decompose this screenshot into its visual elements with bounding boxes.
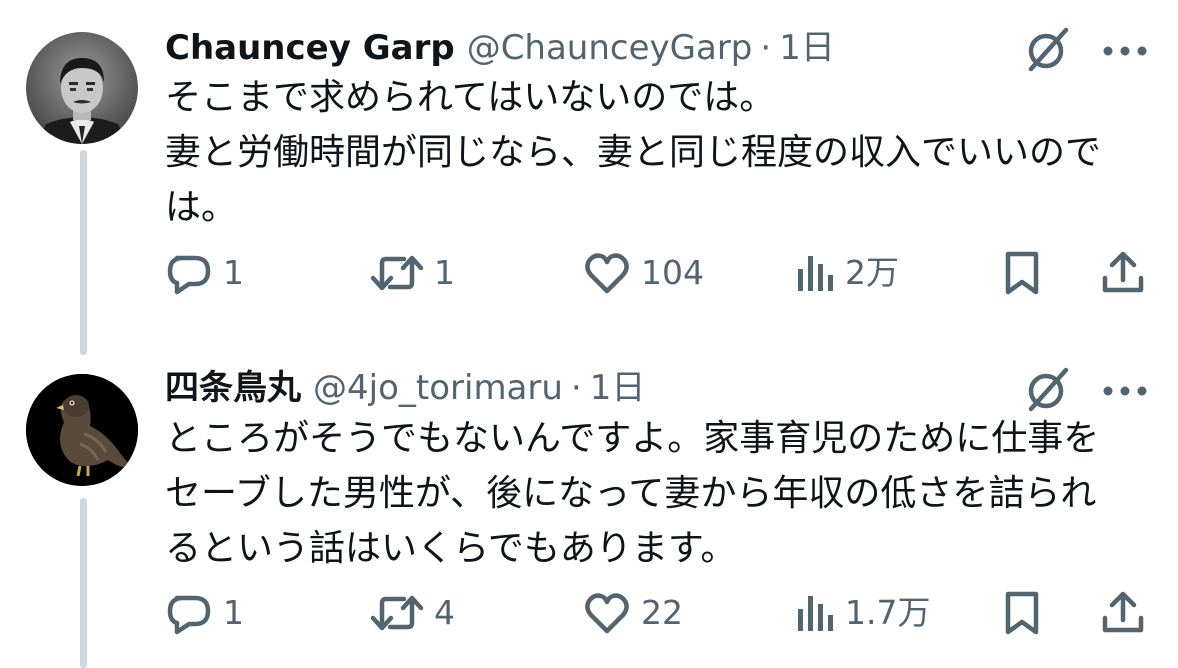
action-bar: 1 4 22 1.7万 — [0, 588, 1178, 638]
share-icon — [1102, 251, 1144, 293]
reply-button[interactable]: 1 — [165, 248, 244, 298]
reply-icon — [167, 595, 211, 635]
reply-count: 1 — [223, 593, 244, 632]
tweet-text: ところがそうでもないんですよ。家事育児のために仕事を セーブした男性が、後になっ… — [165, 418, 1100, 569]
reply-button[interactable]: 1 — [165, 588, 244, 638]
user-handle[interactable]: @4jo_torimaru — [313, 366, 563, 410]
tweet-header: Chauncey Garp @ChaunceyGarp · 1日 — [165, 26, 835, 70]
share-button[interactable] — [1100, 588, 1146, 638]
views-button[interactable]: 2万 — [795, 248, 899, 298]
tweet[interactable]: 四条鳥丸 @4jo_torimaru · 1日 ところがそうでもないんですよ。家… — [0, 340, 1178, 668]
bookmark-icon — [1005, 251, 1039, 295]
reply-icon — [167, 255, 211, 295]
timestamp[interactable]: 1日 — [779, 26, 835, 70]
like-button[interactable]: 104 — [583, 248, 704, 298]
like-count: 22 — [641, 593, 683, 632]
grok-icon[interactable] — [1024, 25, 1072, 73]
like-count: 104 — [641, 253, 704, 292]
view-count: 2万 — [845, 253, 899, 292]
heart-icon — [585, 253, 629, 294]
retweet-count: 4 — [434, 593, 455, 632]
more-icon[interactable] — [1102, 42, 1148, 56]
avatar-photo — [26, 32, 138, 144]
display-name[interactable]: Chauncey Garp — [165, 26, 455, 70]
tweet[interactable]: Chauncey Garp @ChaunceyGarp · 1日 そこまで求めら… — [0, 0, 1178, 340]
separator: · — [760, 28, 772, 68]
separator: · — [570, 368, 582, 408]
avatar[interactable] — [26, 374, 138, 486]
tweet-header: 四条鳥丸 @4jo_torimaru · 1日 — [165, 366, 645, 410]
view-count: 1.7万 — [845, 593, 931, 632]
heart-icon — [585, 593, 629, 634]
share-icon — [1102, 591, 1144, 633]
more-icon[interactable] — [1102, 382, 1148, 396]
avatar[interactable] — [26, 32, 138, 144]
share-button[interactable] — [1100, 248, 1146, 298]
grok-icon[interactable] — [1024, 365, 1072, 413]
views-icon — [798, 256, 833, 291]
bookmark-button[interactable] — [1002, 248, 1042, 298]
like-button[interactable]: 22 — [583, 588, 683, 638]
retweet-button[interactable]: 1 — [370, 248, 455, 298]
display-name[interactable]: 四条鳥丸 — [165, 366, 301, 410]
reply-count: 1 — [223, 253, 244, 292]
action-bar: 1 1 104 2万 — [0, 248, 1178, 298]
retweet-icon — [370, 255, 424, 291]
avatar-bird — [26, 374, 138, 486]
views-button[interactable]: 1.7万 — [795, 588, 930, 638]
bookmark-button[interactable] — [1002, 588, 1042, 638]
user-handle[interactable]: @ChaunceyGarp — [467, 26, 753, 70]
timestamp[interactable]: 1日 — [590, 366, 646, 410]
views-icon — [798, 596, 833, 631]
retweet-count: 1 — [434, 253, 455, 292]
retweet-button[interactable]: 4 — [370, 588, 455, 638]
retweet-icon — [370, 595, 424, 631]
tweet-text: そこまで求められてはいないのでは。 妻と労働時間が同じなら、妻と同じ程度の収入で… — [165, 77, 1102, 228]
bookmark-icon — [1005, 591, 1039, 635]
